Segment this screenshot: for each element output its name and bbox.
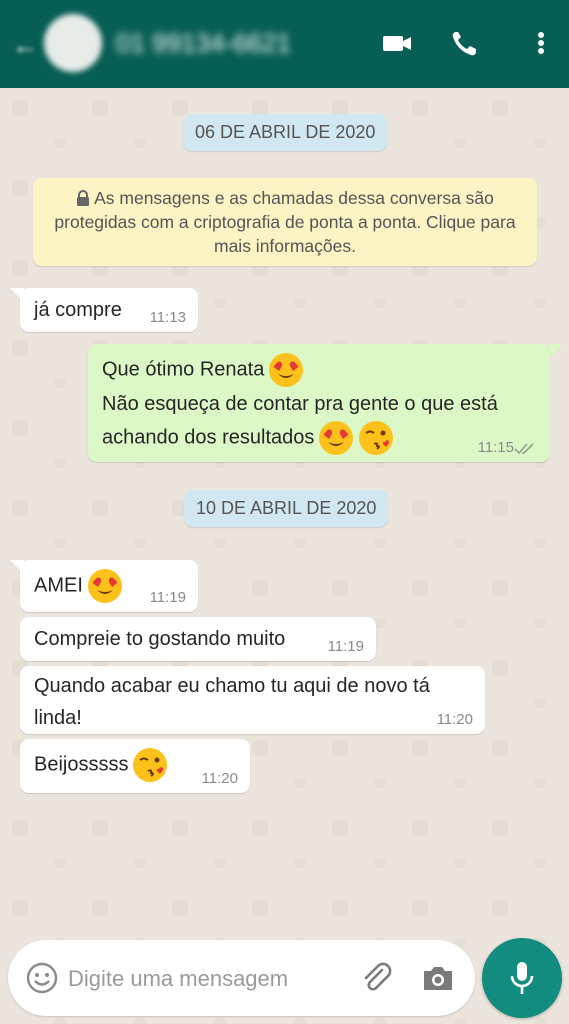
incoming-message[interactable]: Beijosssss 11:20 [20, 739, 250, 793]
incoming-message[interactable]: Quando acabar eu chamo tu aqui de novo t… [20, 666, 485, 734]
message-line: Não esqueça de contar pra gente o que es… [102, 393, 498, 415]
date-divider: 10 DE ABRIL DE 2020 [184, 490, 389, 527]
incoming-message[interactable]: já compre 11:13 [20, 288, 198, 332]
contact-name[interactable]: 01 99134-6621 [116, 28, 291, 59]
message-line: linda! [34, 707, 82, 729]
incoming-message[interactable]: AMEI 11:19 [20, 560, 198, 612]
date-divider: 06 DE ABRIL DE 2020 [183, 114, 388, 151]
more-vert-icon[interactable] [524, 28, 558, 58]
outgoing-message[interactable]: Que ótimo Renata Não esqueça de contar p… [88, 344, 550, 462]
heart-eyes-emoji-icon [269, 353, 304, 387]
emoji-icon[interactable] [26, 962, 58, 994]
encryption-notice[interactable]: As mensagens e as chamadas dessa convers… [33, 178, 537, 266]
camera-icon[interactable] [420, 962, 456, 994]
mic-icon [510, 962, 534, 994]
message-input[interactable] [66, 960, 360, 998]
kiss-emoji-icon [133, 748, 168, 782]
message-time: 11:13 [149, 309, 186, 326]
attach-icon[interactable] [358, 960, 394, 996]
message-text: achando dos resultados [102, 426, 315, 449]
kiss-emoji-icon [359, 421, 394, 455]
voice-record-button[interactable] [482, 938, 562, 1018]
heart-eyes-emoji-icon [319, 421, 354, 455]
message-text: AMEI [34, 574, 83, 597]
lock-icon [77, 190, 90, 206]
encryption-text: As mensagens e as chamadas dessa convers… [54, 188, 516, 256]
video-call-icon[interactable] [380, 28, 414, 58]
message-time: 11:19 [327, 638, 364, 655]
message-line: Que ótimo Renata [102, 352, 536, 388]
avatar[interactable] [44, 14, 102, 72]
message-time: 11:15 [477, 439, 514, 456]
heart-eyes-emoji-icon [87, 569, 122, 603]
message-line: achando dos resultados [102, 420, 536, 456]
message-text: Beijosssss [34, 753, 129, 776]
message-time: 11:19 [149, 589, 186, 606]
incoming-message[interactable]: Compreie to gostando muito 11:19 [20, 617, 376, 661]
bubble-tail [549, 344, 563, 358]
back-arrow-icon[interactable]: ← [12, 30, 38, 61]
message-text: já compre [34, 299, 122, 321]
message-line: Quando acabar eu chamo tu aqui de novo t… [34, 675, 430, 697]
message-time: 11:20 [436, 711, 473, 728]
message-time: 11:20 [201, 770, 238, 787]
message-text: Que ótimo Renata [102, 358, 265, 381]
chat-header: ← 01 99134-6621 [0, 0, 569, 88]
double-check-icon [514, 443, 534, 455]
message-composer [8, 940, 475, 1016]
phone-call-icon[interactable] [448, 28, 482, 58]
message-text: Compreie to gostando muito [34, 628, 286, 650]
